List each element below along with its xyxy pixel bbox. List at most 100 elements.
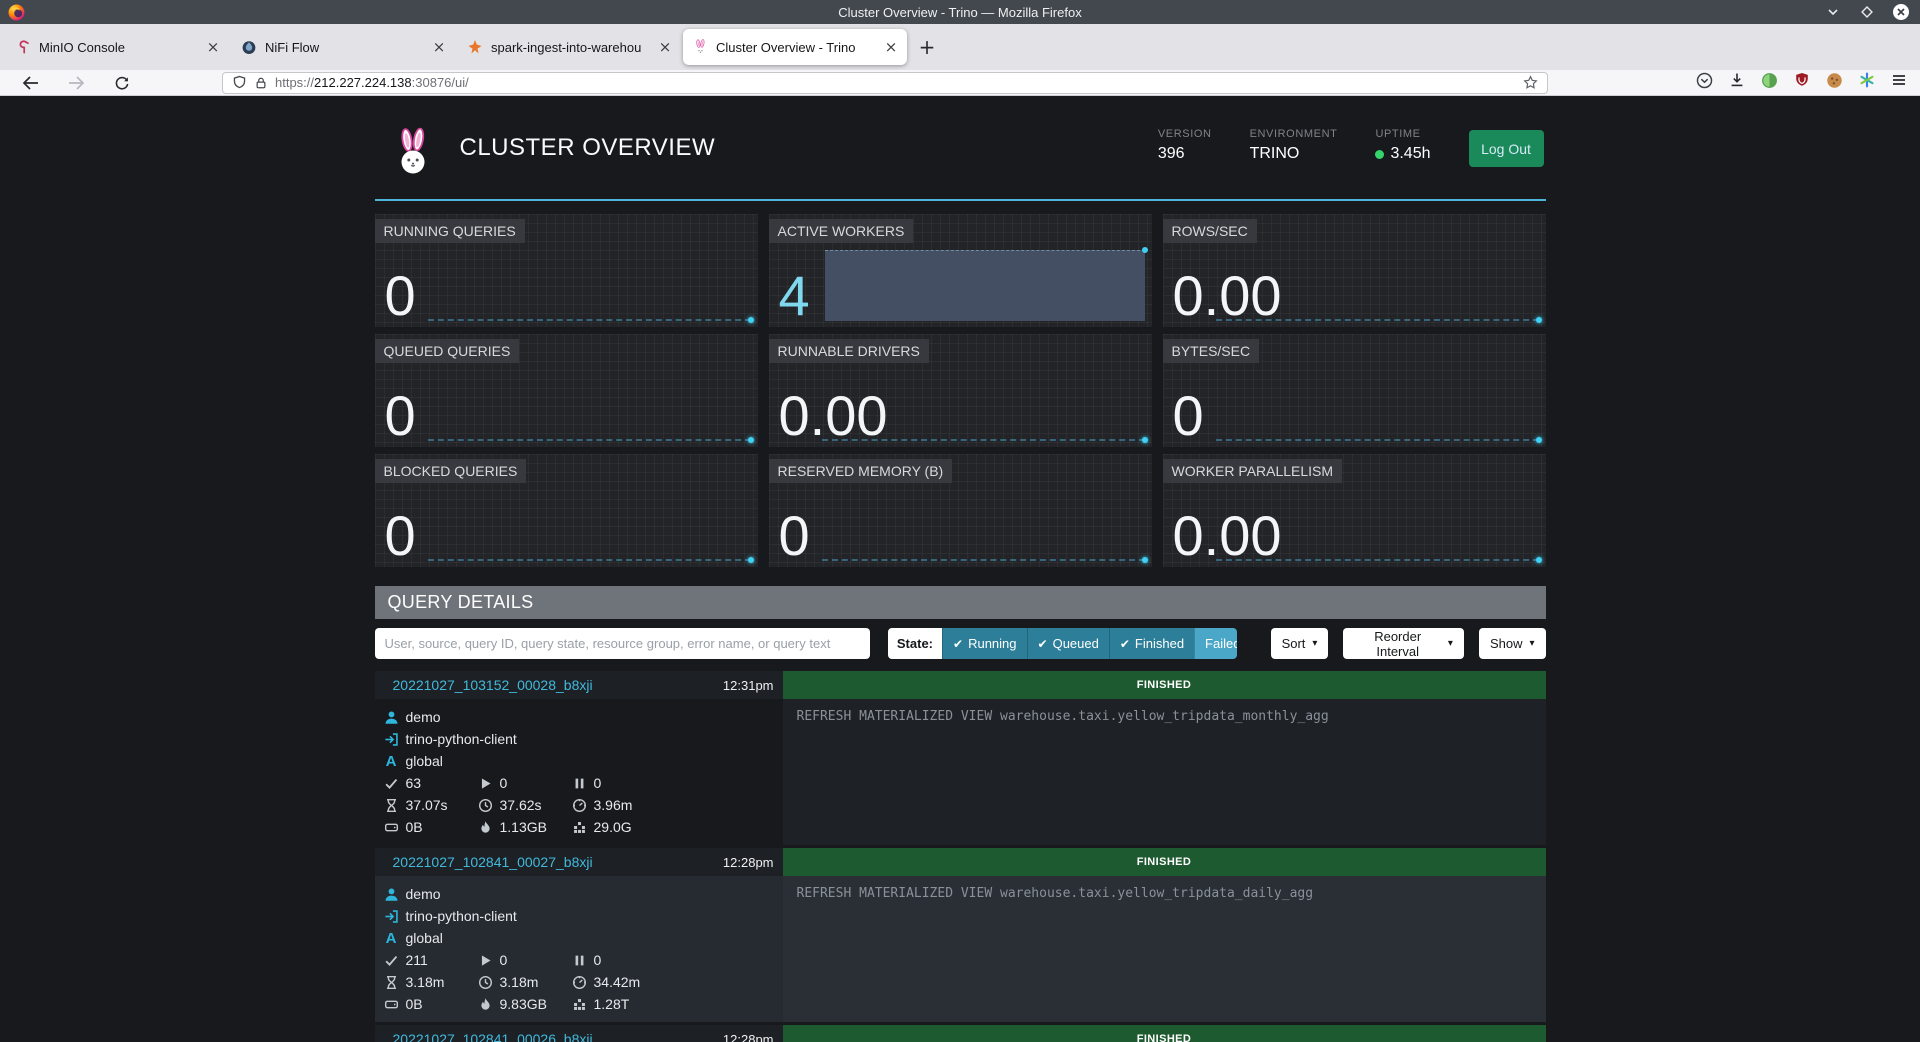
query-text: REFRESH MATERIALIZED VIEW warehouse.taxi… [783,876,1546,1022]
status-badge: FINISHED [783,1025,1546,1042]
reorder-interval-dropdown[interactable]: Reorder Interval ▾ [1343,628,1464,659]
query-row: 20221027_102841_00027_b8xji 12:28pm FINI… [375,848,1546,1022]
wall-time: 3.18m [406,974,445,990]
tab-close-icon[interactable]: × [881,37,901,57]
multicolor-asterisk-icon[interactable] [1859,72,1875,93]
query-details-title: QUERY DETAILS [388,592,534,613]
sort-label: Sort [1282,636,1306,651]
lock-icon[interactable] [254,76,268,90]
filter-failed-dropdown[interactable]: Failed ▾ [1194,628,1237,659]
cookie-icon[interactable] [1826,72,1843,94]
uptime-status-dot [1375,150,1384,159]
downloads-icon[interactable] [1729,72,1745,93]
forward-button[interactable] [58,72,94,94]
cumulative-memory-icon [572,997,587,1012]
cpu-time: 3.96m [594,797,633,813]
metric-value: 0 [385,508,416,564]
trino-logo-icon[interactable] [393,127,433,175]
running-splits: 0 [500,952,508,968]
resource-group-icon: A [384,931,399,946]
sparkline-dot [748,437,754,443]
query-time: 12:28pm [723,855,774,870]
tab-close-icon[interactable]: × [203,37,223,57]
metric-active-workers: ACTIVE WORKERS 4 [769,214,1152,327]
state-filter-label: State: [888,628,942,659]
resource-group-icon: A [384,754,399,769]
minimize-button[interactable] [1824,3,1842,21]
metric-rows-sec: ROWS/SEC 0.00 [1163,214,1546,327]
back-button[interactable] [12,72,48,94]
sparkline-area [825,250,1145,321]
sparkline [822,559,1145,561]
cumulative-memory: 1.28T [594,996,630,1012]
metric-label: ACTIVE WORKERS [769,219,914,243]
filter-running-button[interactable]: ✔ Running [942,628,1027,659]
query-time: 12:28pm [723,1032,774,1042]
environment-stat: ENVIRONMENT TRINO [1250,128,1338,163]
tab-cluster-overview-trino[interactable]: Cluster Overview - Trino × [683,29,907,65]
tab-close-icon[interactable]: × [655,37,675,57]
new-tab-button[interactable]: + [912,32,942,62]
tracking-shield-icon[interactable] [232,75,247,90]
query-search-input[interactable] [375,628,870,659]
pocket-icon[interactable] [1696,72,1713,94]
check-icon: ✔ [1038,637,1048,651]
query-stats-panel: demo trino-python-client Aglobal 63 0 0 … [375,699,783,845]
hourglass-icon [384,975,399,990]
sort-dropdown[interactable]: Sort ▾ [1271,628,1329,659]
metric-value: 0.00 [1173,508,1282,564]
query-id-link[interactable]: 20221027_103152_00028_b8xji [393,677,593,693]
query-user: demo [406,709,441,725]
query-source: trino-python-client [406,731,517,747]
metric-value-link[interactable]: 4 [779,268,810,324]
status-badge: FINISHED [783,671,1546,699]
query-id-link[interactable]: 20221027_102841_00026_b8xji [393,1031,593,1042]
metric-blocked-queries: BLOCKED QUERIES 0 [375,454,758,567]
metric-label: RESERVED MEMORY (B) [769,459,953,483]
maximize-button[interactable] [1858,3,1876,21]
window-titlebar: Cluster Overview - Trino — Mozilla Firef… [0,0,1920,24]
show-dropdown[interactable]: Show ▾ [1479,628,1546,659]
tab-strip: MinIO Console × NiFi Flow × spark-ingest… [0,24,1920,70]
cpu-gauge-icon [572,798,587,813]
metric-value: 0 [385,268,416,324]
tab-minio-console[interactable]: MinIO Console × [5,29,229,65]
reload-button[interactable] [104,72,140,94]
filter-label: Finished [1135,636,1184,651]
tab-close-icon[interactable]: × [429,37,449,57]
ublock-shield-icon[interactable] [1794,72,1810,93]
uptime-label: UPTIME [1375,128,1430,140]
total-time: 3.18m [500,974,539,990]
extension-green-icon[interactable] [1761,72,1778,94]
filter-label: Running [968,636,1016,651]
query-id-link[interactable]: 20221027_102841_00027_b8xji [393,854,593,870]
sparkline-dot [748,557,754,563]
hourglass-icon [384,798,399,813]
filter-label: Queued [1053,636,1099,651]
clock-icon [478,798,493,813]
version-value: 396 [1158,145,1185,163]
bookmark-star-icon[interactable] [1523,75,1538,90]
filter-queued-button[interactable]: ✔ Queued [1027,628,1109,659]
version-stat: VERSION 396 [1158,128,1212,163]
metric-runnable-drivers: RUNNABLE DRIVERS 0.00 [769,334,1152,447]
peak-memory: 1.13GB [500,819,547,835]
menu-hamburger-icon[interactable] [1891,72,1907,93]
metric-label: BYTES/SEC [1163,339,1260,363]
close-window-button[interactable] [1892,3,1910,21]
url-path: :30876/ui/ [412,75,469,90]
query-user: demo [406,886,441,902]
query-details-header: QUERY DETAILS [375,586,1546,619]
logout-button[interactable]: Log Out [1469,130,1544,167]
sparkline-dot [748,317,754,323]
check-icon: ✔ [1120,637,1130,651]
url-bar[interactable]: https://212.227.224.138:30876/ui/ [222,72,1548,94]
total-time: 37.62s [500,797,542,813]
metric-label: ROWS/SEC [1163,219,1257,243]
tab-spark-notebook[interactable]: spark-ingest-into-warehou × [457,29,681,65]
version-label: VERSION [1158,128,1212,140]
chevron-down-icon: ▾ [1312,638,1317,649]
tab-nifi-flow[interactable]: NiFi Flow × [231,29,455,65]
filter-finished-button[interactable]: ✔ Finished [1109,628,1194,659]
metric-label: BLOCKED QUERIES [375,459,527,483]
